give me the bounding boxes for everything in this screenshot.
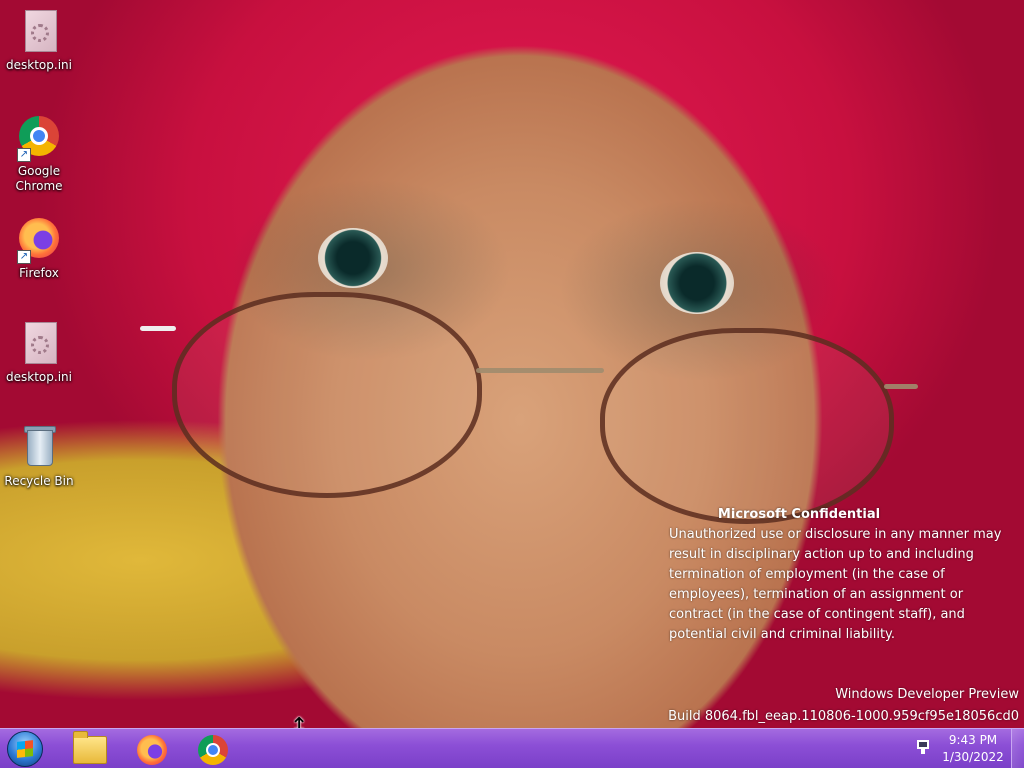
desktop: desktop.ini ↗ Google Chrome ↗ Firefox de…	[0, 0, 1024, 768]
wallpaper-glasses-left-lens	[172, 292, 482, 498]
desktop-icon-recycle-bin[interactable]: Recycle Bin	[3, 424, 75, 489]
desktop-icon-label: desktop.ini	[6, 370, 72, 384]
firefox-icon	[137, 735, 167, 765]
wallpaper-glasses-right-lens	[600, 328, 894, 524]
wallpaper-eye-left	[318, 228, 388, 288]
taskbar: 9:43 PM 1/30/2022	[0, 728, 1024, 768]
wallpaper-glasses-bridge	[476, 368, 604, 373]
shortcut-arrow-icon: ↗	[17, 250, 31, 264]
wallpaper-eye-right	[660, 252, 734, 314]
build-watermark: Windows Developer Preview Build 8064.fbl…	[668, 684, 1019, 728]
recycle-bin-icon	[15, 424, 63, 472]
shortcut-arrow-icon: ↗	[17, 148, 31, 162]
folder-icon	[73, 731, 107, 764]
taskbar-clock[interactable]: 9:43 PM 1/30/2022	[936, 732, 1010, 766]
clock-time: 9:43 PM	[948, 733, 998, 747]
chrome-icon: ↗	[15, 114, 63, 162]
desktop-icon-firefox[interactable]: ↗ Firefox	[3, 216, 75, 281]
show-desktop-button[interactable]	[1011, 729, 1024, 768]
desktop-icon-label: Firefox	[19, 266, 59, 280]
wallpaper-glasses-temple-right	[884, 384, 918, 389]
taskbar-chrome-button[interactable]	[185, 731, 239, 767]
watermark-body: Unauthorized use or disclosure in any ma…	[669, 527, 1002, 642]
confidential-watermark: Microsoft Confidential Unauthorized use …	[669, 505, 1009, 645]
desktop-icon-label: Google Chrome	[15, 164, 63, 193]
settings-file-icon	[15, 8, 63, 56]
settings-file-icon	[15, 320, 63, 368]
chrome-icon	[198, 735, 228, 765]
desktop-icon-google-chrome[interactable]: ↗ Google Chrome	[3, 114, 75, 194]
firefox-icon: ↗	[15, 216, 63, 264]
windows-logo-icon	[17, 740, 33, 758]
start-button[interactable]	[7, 731, 43, 767]
desktop-icon-label: desktop.ini	[6, 58, 72, 72]
wallpaper-glasses-temple-left	[140, 326, 176, 331]
taskbar-firefox-button[interactable]	[124, 731, 178, 767]
watermark-edition: Windows Developer Preview	[835, 687, 1019, 702]
desktop-icon-desktop-ini-2[interactable]: desktop.ini	[3, 320, 75, 385]
desktop-icon-label: Recycle Bin	[4, 474, 74, 488]
network-icon[interactable]	[914, 739, 932, 757]
watermark-build: Build 8064.fbl_eeap.110806-1000.959cf95e…	[668, 709, 1019, 724]
watermark-title: Microsoft Confidential	[717, 507, 881, 522]
taskbar-file-explorer-button[interactable]	[61, 731, 115, 767]
desktop-icon-desktop-ini-1[interactable]: desktop.ini	[3, 8, 75, 73]
clock-date: 1/30/2022	[942, 750, 1004, 764]
